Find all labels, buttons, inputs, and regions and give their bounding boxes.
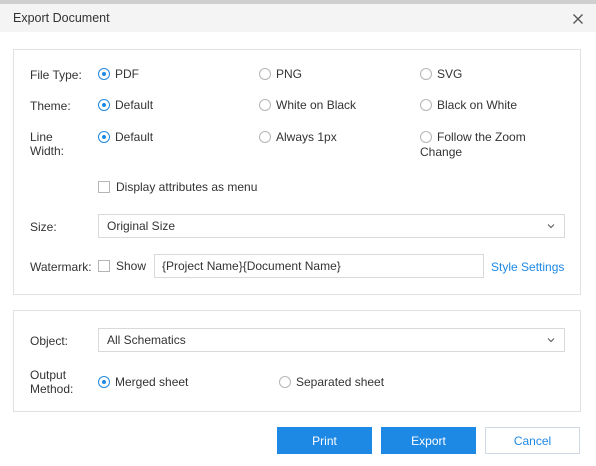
radio-unselected	[420, 131, 432, 143]
object-select-value: All Schematics	[107, 333, 186, 347]
option-label: Separated sheet	[296, 375, 385, 389]
radio-unselected	[259, 99, 271, 111]
radio-unselected	[420, 99, 432, 111]
option-label: PDF	[115, 67, 139, 81]
separated-sheet-radio[interactable]: Separated sheet	[279, 375, 384, 391]
theme-black-on-white-radio[interactable]: Black on White	[420, 98, 517, 114]
print-button[interactable]: Print	[277, 427, 372, 454]
line-width-always-1px-radio[interactable]: Always 1px	[259, 130, 337, 146]
radio-selected	[98, 68, 110, 80]
line-width-label: Line	[30, 130, 53, 144]
option-label: Default	[115, 130, 154, 144]
watermark-show-checkbox[interactable]: Show	[98, 259, 146, 275]
style-settings-link[interactable]: Style Settings	[491, 260, 564, 274]
option-label: Black on White	[437, 98, 518, 112]
format-settings-panel: File Type: PDF PNG SVG Theme: Default Wh…	[13, 49, 581, 295]
export-button[interactable]: Export	[381, 427, 476, 454]
close-button[interactable]	[568, 9, 588, 29]
radio-unselected	[420, 68, 432, 80]
merged-sheet-radio[interactable]: Merged sheet	[98, 375, 188, 391]
checkbox-unchecked	[98, 181, 110, 193]
output-settings-panel: Object: All Schematics Output Method: Me…	[13, 310, 581, 412]
radio-unselected	[259, 131, 271, 143]
option-label: White on Black	[276, 98, 357, 112]
chevron-down-icon	[547, 224, 555, 229]
size-label: Size:	[30, 220, 57, 234]
checkbox-label: Show	[116, 259, 147, 273]
option-label: Always 1px	[276, 130, 337, 144]
output-method-label-cont: Method:	[30, 382, 74, 396]
checkbox-unchecked	[98, 260, 110, 272]
radio-selected	[98, 131, 110, 143]
watermark-text-input[interactable]	[154, 254, 484, 278]
export-document-dialog: Export Document File Type: PDF PNG SVG T…	[0, 4, 596, 466]
object-label: Object:	[30, 334, 69, 348]
option-label: Follow the Zoom	[437, 130, 526, 144]
chevron-down-icon	[547, 338, 555, 343]
file-type-png-radio[interactable]: PNG	[259, 67, 302, 83]
option-label: Merged sheet	[115, 375, 189, 389]
theme-default-radio[interactable]: Default	[98, 98, 153, 114]
dialog-title: Export Document	[13, 11, 110, 25]
radio-unselected	[279, 376, 291, 388]
radio-selected	[98, 376, 110, 388]
checkbox-label: Display attributes as menu	[116, 180, 258, 194]
size-select[interactable]: Original Size	[98, 214, 565, 238]
line-width-default-radio[interactable]: Default	[98, 130, 153, 146]
file-type-pdf-radio[interactable]: PDF	[98, 67, 139, 83]
dialog-title-bar: Export Document	[0, 4, 596, 32]
cancel-button[interactable]: Cancel	[485, 427, 580, 454]
file-type-svg-radio[interactable]: SVG	[420, 67, 462, 83]
watermark-label: Watermark:	[30, 260, 92, 274]
option-label-cont: Change	[420, 145, 463, 159]
theme-label: Theme:	[30, 99, 71, 113]
object-select[interactable]: All Schematics	[98, 328, 565, 352]
radio-unselected	[259, 68, 271, 80]
display-attributes-checkbox[interactable]: Display attributes as menu	[98, 180, 257, 196]
option-label: SVG	[437, 67, 463, 81]
file-type-label: File Type:	[30, 68, 82, 82]
theme-white-on-black-radio[interactable]: White on Black	[259, 98, 356, 114]
size-select-value: Original Size	[107, 219, 176, 233]
output-method-label: Output	[30, 368, 67, 382]
radio-selected	[98, 99, 110, 111]
line-width-label-cont: Width:	[30, 144, 65, 158]
option-label: PNG	[276, 67, 303, 81]
close-icon	[573, 14, 583, 24]
option-label: Default	[115, 98, 154, 112]
